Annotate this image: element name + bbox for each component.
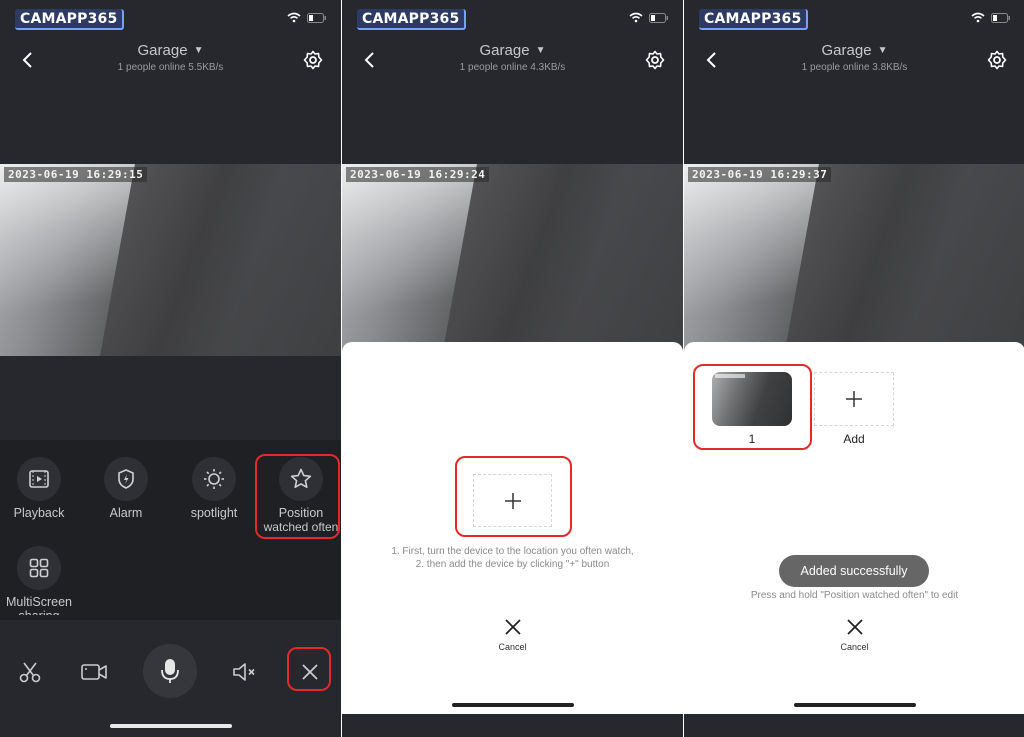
live-video[interactable]: 2023-06-19 16:29:37 (684, 164, 1024, 356)
device-title[interactable]: Garage ▼ (342, 42, 683, 59)
home-indicator (109, 724, 232, 728)
spotlight-button[interactable]: spotlight (176, 457, 252, 520)
screenshot-button[interactable] (14, 656, 46, 688)
alarm-button[interactable]: Alarm (88, 457, 164, 520)
close-icon (846, 619, 863, 635)
header: Garage ▼ 1 people online 5.5KB/s (0, 38, 341, 78)
live-video[interactable]: 2023-06-19 16:29:15 (0, 164, 341, 356)
edit-hint: Press and hold "Position watched often" … (750, 590, 959, 601)
video-timestamp: 2023-06-19 16:29:15 (4, 167, 148, 182)
position-sheet: 1. First, turn the device to the locatio… (342, 342, 683, 714)
control-panel: Playback Alarm spotlight Position watche… (0, 440, 341, 620)
connection-status: 1 people online 5.5KB/s (117, 62, 224, 73)
close-icon (504, 619, 521, 635)
watermark: CAMAPP365 (357, 9, 467, 30)
gear-icon[interactable] (303, 50, 323, 70)
battery-icon (991, 12, 1010, 23)
gear-icon[interactable] (987, 50, 1007, 70)
device-title[interactable]: Garage ▼ (0, 42, 341, 59)
add-position-button[interactable] (814, 372, 894, 426)
video-wall-area (784, 164, 1024, 356)
gear-icon[interactable] (645, 50, 665, 70)
multiscreen-label-line1: MultiScreen (6, 595, 72, 609)
video-timestamp: 2023-06-19 16:29:37 (688, 167, 832, 182)
spotlight-icon (204, 469, 224, 489)
video-timestamp: 2023-06-19 16:29:24 (346, 167, 490, 182)
spotlight-label: spotlight (190, 506, 238, 520)
instruction-line1: 1. First, turn the device to the locatio… (391, 546, 634, 557)
cancel-label: Cancel (498, 642, 527, 652)
connection-status: 1 people online 4.3KB/s (459, 62, 566, 73)
instruction-line2: 2. then add the device by clicking "+" b… (415, 559, 610, 570)
highlight-position-button (255, 454, 340, 539)
highlight-close-button (287, 647, 331, 691)
phone-screen-position-added: CAMAPP365 Garage ▼ 1 people online 3.8KB/… (684, 0, 1024, 737)
alarm-icon (118, 469, 134, 489)
speaker-mute-icon (233, 663, 255, 681)
battery-icon (307, 12, 326, 23)
highlight-saved-position (693, 364, 812, 450)
playback-label: Playback (13, 506, 65, 520)
back-icon[interactable] (18, 50, 38, 70)
status-bar (629, 12, 669, 23)
wifi-icon (971, 12, 985, 23)
multiscreen-sharing-button[interactable]: MultiScreen sharing (1, 546, 77, 615)
device-name: Garage (137, 42, 188, 59)
caret-down-icon: ▼ (877, 45, 888, 56)
back-icon[interactable] (360, 50, 380, 70)
wifi-icon (287, 12, 301, 23)
caret-down-icon: ▼ (193, 45, 204, 56)
connection-status: 1 people online 3.8KB/s (801, 62, 908, 73)
multiscreen-label-line2: sharing (1, 609, 77, 615)
phone-screen-add-position: CAMAPP365 Garage ▼ 1 people online 4.3KB/… (342, 0, 683, 737)
record-button[interactable] (78, 656, 110, 688)
video-camera-icon (81, 664, 107, 680)
bottom-toolbar (0, 636, 341, 737)
header: Garage ▼ 1 people online 3.8KB/s (684, 38, 1024, 78)
cancel-button[interactable]: Cancel (342, 618, 683, 652)
status-bar (287, 12, 327, 23)
multiscreen-icon (29, 558, 49, 578)
scissors-icon (19, 662, 41, 683)
mute-button[interactable] (229, 656, 261, 688)
watermark: CAMAPP365 (699, 9, 809, 30)
watermark: CAMAPP365 (15, 9, 125, 30)
playback-button[interactable]: Playback (1, 457, 77, 520)
device-title[interactable]: Garage ▼ (684, 42, 1024, 59)
cancel-label: Cancel (840, 642, 869, 652)
plus-icon (846, 391, 862, 407)
status-bar (971, 12, 1011, 23)
success-toast: Added successfully (779, 555, 929, 587)
playback-icon (29, 470, 49, 488)
position-sheet: 1 Add Added successfully Press and hold … (684, 342, 1024, 714)
video-wall-area (100, 164, 341, 356)
wifi-icon (629, 12, 643, 23)
phone-screen-live: CAMAPP365 Garage ▼ 1 people online 5.5KB/… (0, 0, 341, 737)
back-icon[interactable] (702, 50, 722, 70)
home-indicator (793, 703, 916, 707)
talk-button[interactable] (143, 644, 197, 698)
live-video[interactable]: 2023-06-19 16:29:24 (342, 164, 683, 356)
add-label: Add (843, 432, 865, 446)
device-name: Garage (821, 42, 872, 59)
microphone-icon (161, 659, 179, 683)
video-wall-area (442, 164, 683, 356)
alarm-label: Alarm (109, 506, 143, 520)
caret-down-icon: ▼ (535, 45, 546, 56)
header: Garage ▼ 1 people online 4.3KB/s (342, 38, 683, 78)
cancel-button[interactable]: Cancel (684, 618, 1024, 652)
highlight-add-button (455, 456, 572, 537)
device-name: Garage (479, 42, 530, 59)
battery-icon (649, 12, 668, 23)
home-indicator (451, 703, 574, 707)
